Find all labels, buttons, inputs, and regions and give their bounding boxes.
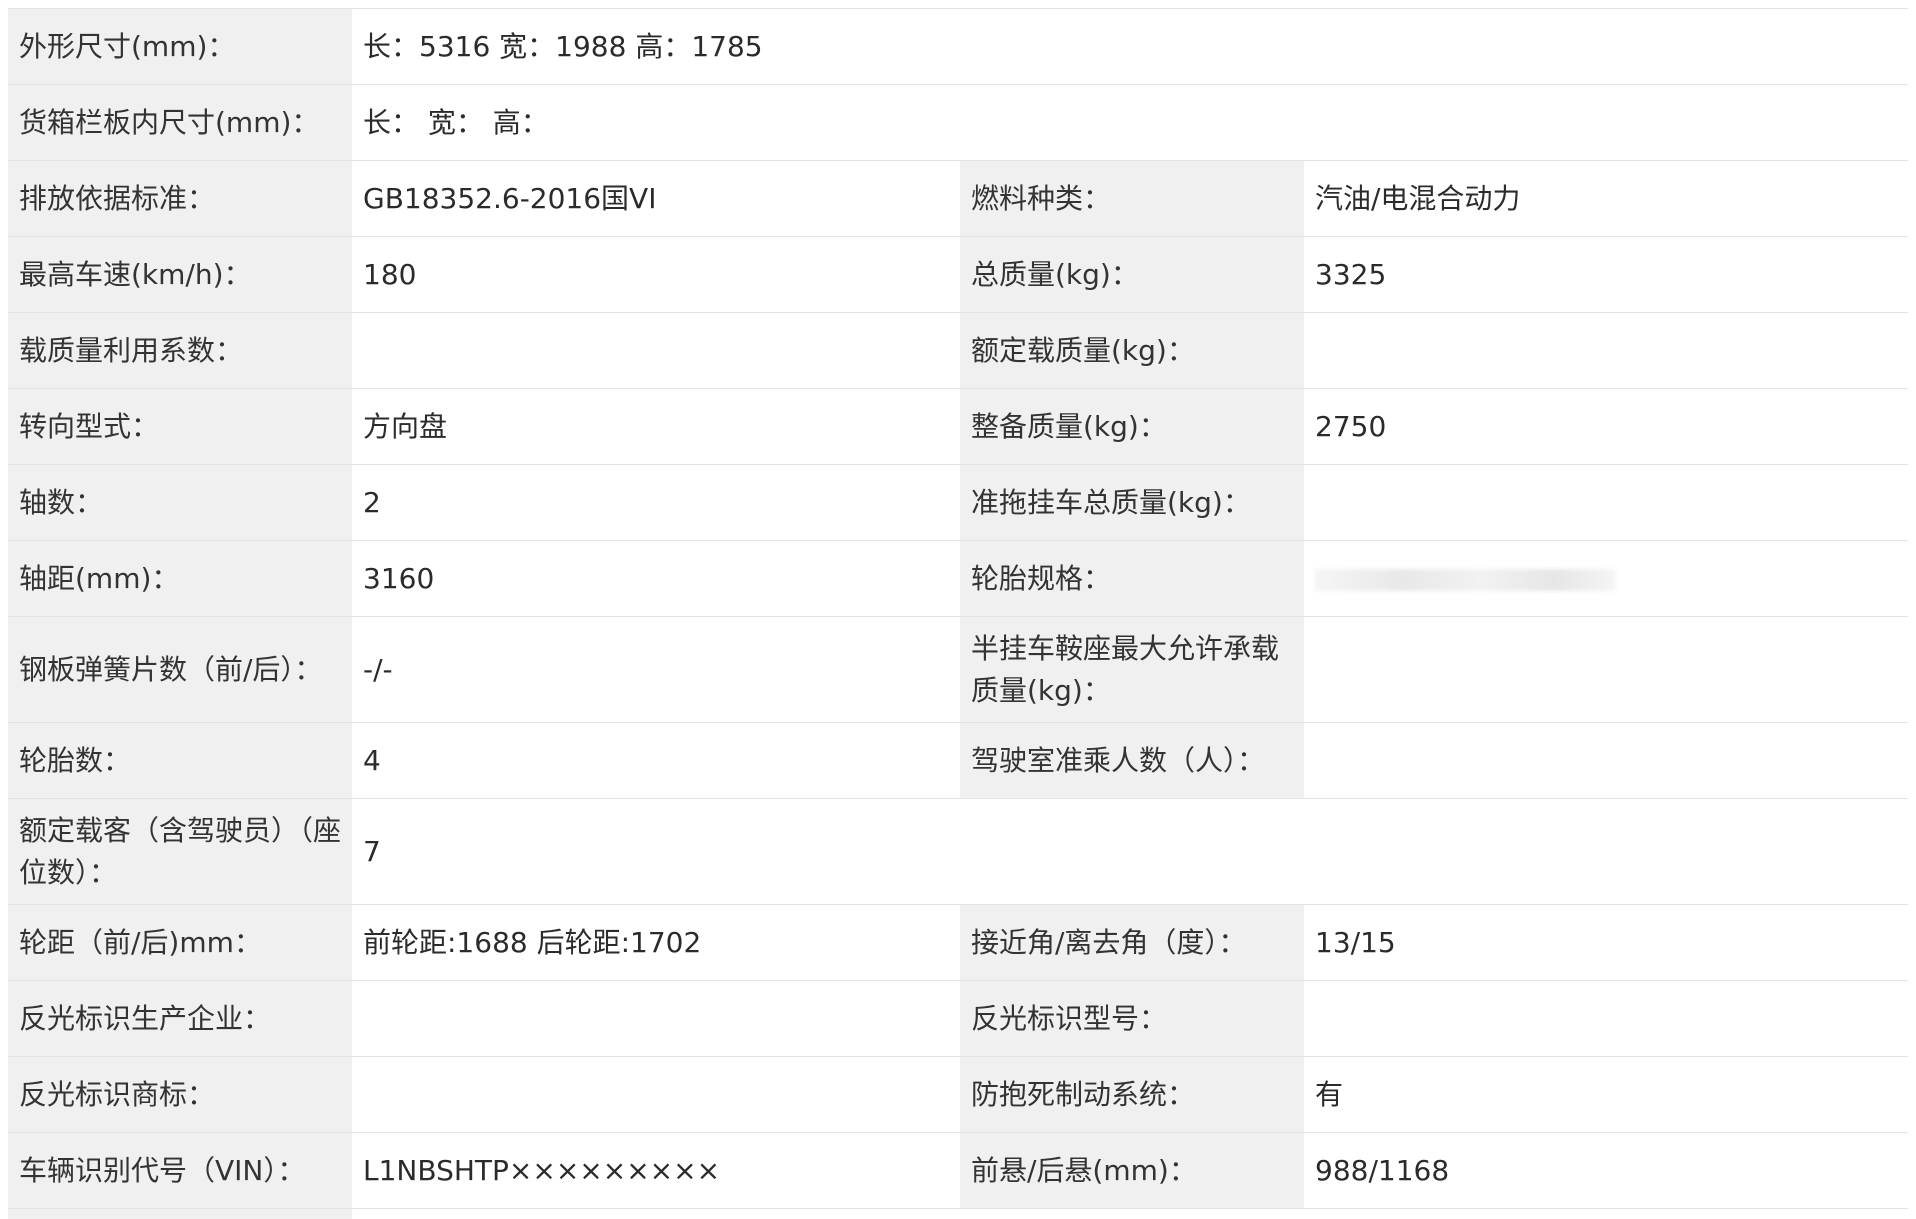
label-abs: 防抱死制动系统： <box>960 1056 1304 1133</box>
vehicle-spec-table: 外形尺寸(mm)： 长：5316 宽：1988 高：1785 货箱栏板内尺寸(m… <box>8 8 1909 1209</box>
spec-row-axles-trailer: 轴数： 2 准拖挂车总质量(kg)： <box>8 464 1909 541</box>
label-rated-load: 额定载质量(kg)： <box>960 312 1304 389</box>
label-load-utilization: 载质量利用系数： <box>8 312 352 389</box>
label-approach-departure-angle: 接近角/离去角（度）： <box>960 904 1304 981</box>
value-approach-departure-angle: 13/15 <box>1304 904 1909 981</box>
value-exterior-dimensions: 长：5316 宽：1988 高：1785 <box>352 8 1909 85</box>
value-rated-passengers: 7 <box>352 798 1909 905</box>
spec-row-steering-curb: 转向型式： 方向盘 整备质量(kg)： 2750 <box>8 388 1909 465</box>
value-emission-standard: GB18352.6-2016国VI <box>352 160 960 237</box>
label-fuel-type: 燃料种类： <box>960 160 1304 237</box>
label-vin: 车辆识别代号（VIN）： <box>8 1132 352 1209</box>
redacted-tire-spec <box>1315 568 1615 591</box>
label-leaf-spring-count: 钢板弹簧片数（前/后）： <box>8 616 352 723</box>
label-gross-mass: 总质量(kg)： <box>960 236 1304 313</box>
spec-row-exterior-dimensions: 外形尺寸(mm)： 长：5316 宽：1988 高：1785 <box>8 8 1909 85</box>
spec-row-leaf-spring-saddle: 钢板弹簧片数（前/后）： -/- 半挂车鞍座最大允许承载质量(kg)： <box>8 616 1909 723</box>
value-tire-spec <box>1304 540 1909 617</box>
label-cab-occupants: 驾驶室准乘人数（人）： <box>960 722 1304 799</box>
spec-row-wheelbase-tire: 轴距(mm)： 3160 轮胎规格： <box>8 540 1909 617</box>
label-trailer-mass: 准拖挂车总质量(kg)： <box>960 464 1304 541</box>
value-steering-type: 方向盘 <box>352 388 960 465</box>
label-wheelbase: 轴距(mm)： <box>8 540 352 617</box>
value-saddle-load <box>1304 616 1909 723</box>
spec-row-tires-cab: 轮胎数： 4 驾驶室准乘人数（人）： <box>8 722 1909 799</box>
spec-row-load-utilization: 载质量利用系数： 额定载质量(kg)： <box>8 312 1909 389</box>
value-fuel-type: 汽油/电混合动力 <box>1304 160 1909 237</box>
spec-row-emission-fuel: 排放依据标准： GB18352.6-2016国VI 燃料种类： 汽油/电混合动力 <box>8 160 1909 237</box>
next-row-edge <box>8 1208 1908 1219</box>
value-load-utilization <box>352 312 960 389</box>
spec-row-seating: 额定载客（含驾驶员）（座位数）： 7 <box>8 798 1909 905</box>
value-curb-mass: 2750 <box>1304 388 1909 465</box>
label-axle-count: 轴数： <box>8 464 352 541</box>
value-axle-count: 2 <box>352 464 960 541</box>
label-reflective-brand: 反光标识商标： <box>8 1056 352 1133</box>
value-overhang: 988/1168 <box>1304 1132 1909 1209</box>
label-steering-type: 转向型式： <box>8 388 352 465</box>
value-max-speed: 180 <box>352 236 960 313</box>
spec-row-reflective-abs: 反光标识商标： 防抱死制动系统： 有 <box>8 1056 1909 1133</box>
value-leaf-spring-count: -/- <box>352 616 960 723</box>
value-cargo-box-dimensions: 长： 宽： 高： <box>352 84 1909 161</box>
label-emission-standard: 排放依据标准： <box>8 160 352 237</box>
label-cargo-box-dimensions: 货箱栏板内尺寸(mm)： <box>8 84 352 161</box>
value-track-width: 前轮距:1688 后轮距:1702 <box>352 904 960 981</box>
spec-row-speed-mass: 最高车速(km/h)： 180 总质量(kg)： 3325 <box>8 236 1909 313</box>
label-tire-spec: 轮胎规格： <box>960 540 1304 617</box>
spec-row-reflective-maker: 反光标识生产企业： 反光标识型号： <box>8 980 1909 1057</box>
value-tire-count: 4 <box>352 722 960 799</box>
label-reflective-model: 反光标识型号： <box>960 980 1304 1057</box>
value-reflective-brand <box>352 1056 960 1133</box>
label-tire-count: 轮胎数： <box>8 722 352 799</box>
label-exterior-dimensions: 外形尺寸(mm)： <box>8 8 352 85</box>
label-saddle-load: 半挂车鞍座最大允许承载质量(kg)： <box>960 616 1304 723</box>
label-reflective-manufacturer: 反光标识生产企业： <box>8 980 352 1057</box>
label-curb-mass: 整备质量(kg)： <box>960 388 1304 465</box>
spec-row-vin-overhang: 车辆识别代号（VIN）： L1NBSHTP××××××××× 前悬/后悬(mm)… <box>8 1132 1909 1209</box>
label-overhang: 前悬/后悬(mm)： <box>960 1132 1304 1209</box>
value-reflective-manufacturer <box>352 980 960 1057</box>
label-rated-passengers: 额定载客（含驾驶员）（座位数）： <box>8 798 352 905</box>
spec-row-cargo-box-dimensions: 货箱栏板内尺寸(mm)： 长： 宽： 高： <box>8 84 1909 161</box>
value-cab-occupants <box>1304 722 1909 799</box>
spec-row-track-angles: 轮距（前/后)mm： 前轮距:1688 后轮距:1702 接近角/离去角（度）：… <box>8 904 1909 981</box>
value-wheelbase: 3160 <box>352 540 960 617</box>
value-vin: L1NBSHTP××××××××× <box>352 1132 960 1209</box>
value-abs: 有 <box>1304 1056 1909 1133</box>
value-gross-mass: 3325 <box>1304 236 1909 313</box>
value-trailer-mass <box>1304 464 1909 541</box>
value-rated-load <box>1304 312 1909 389</box>
label-max-speed: 最高车速(km/h)： <box>8 236 352 313</box>
label-track-width: 轮距（前/后)mm： <box>8 904 352 981</box>
value-reflective-model <box>1304 980 1909 1057</box>
